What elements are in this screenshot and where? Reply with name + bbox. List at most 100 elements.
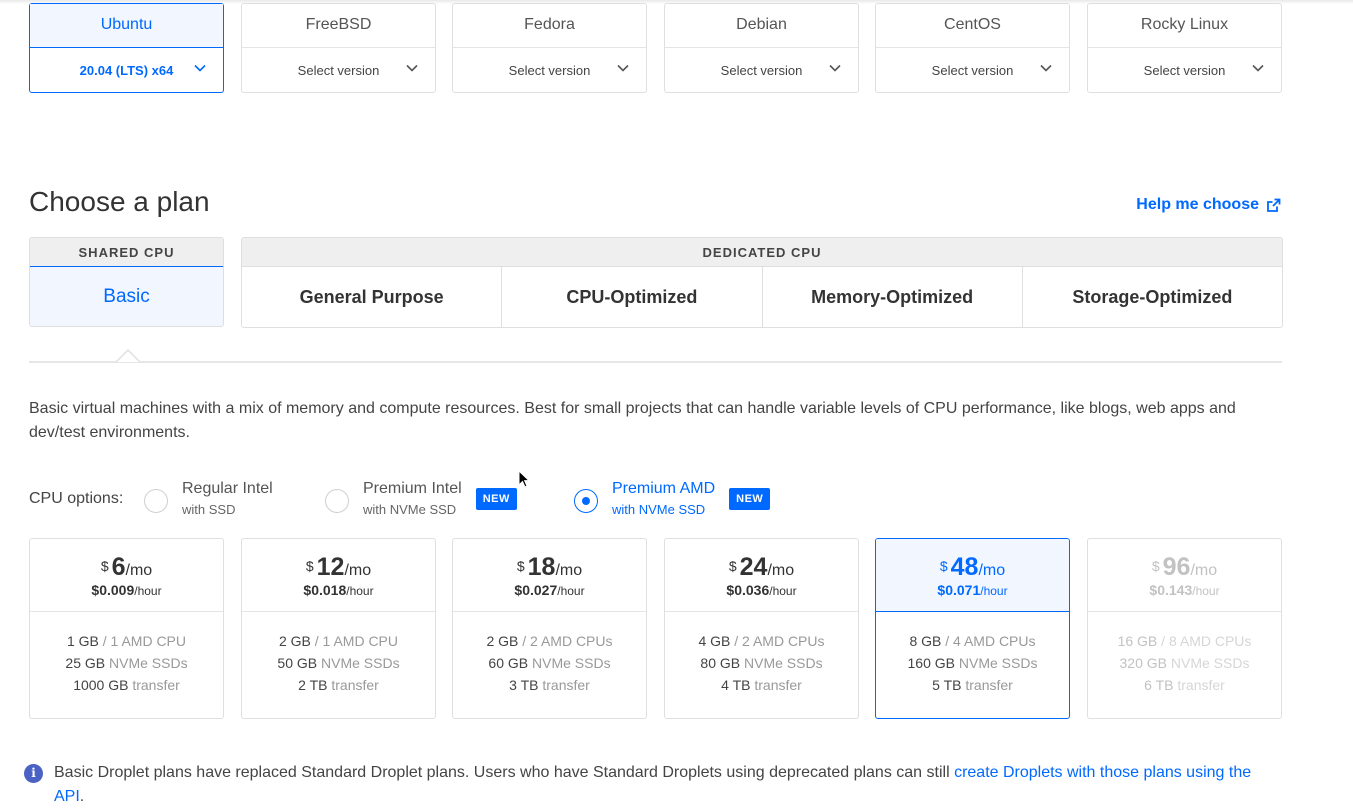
transfer: 6 TB [1144,677,1174,693]
currency-symbol: $ [939,558,948,574]
currency-symbol: $ [100,558,109,574]
version-select[interactable]: Select version [876,48,1069,92]
hourly-price: $0.143 [1149,582,1193,598]
per-hour: /hour [1192,584,1220,598]
version-select[interactable]: Select version [242,48,435,92]
cpu-count: / 2 AMD CPUs [522,633,613,649]
cpu-option-premium-intel[interactable]: Premium Intel with NVMe SSD NEW [325,478,517,520]
chevron-down-icon [1252,64,1264,72]
price-card[interactable]: $12/mo $0.018/hour 2 GB / 1 AMD CPU 50 G… [241,538,436,719]
chevron-down-icon [829,64,841,72]
cpu-option-title: Premium AMD [612,480,716,497]
transfer: 4 TB [721,677,751,693]
chevron-down-icon [194,64,206,72]
per-month: /mo [555,562,583,579]
selection-caret [116,349,140,363]
transfer-label: transfer [542,677,590,693]
cpu-option-subtitle: with NVMe SSD [612,502,706,517]
cpu-option-title: Regular Intel [182,480,273,497]
cpu-option-subtitle: with NVMe SSD [363,502,457,517]
disk: 80 GB [700,655,741,671]
chevron-down-icon [617,64,629,72]
radio-button[interactable] [144,489,168,513]
price-card[interactable]: $24/mo $0.036/hour 4 GB / 2 AMD CPUs 80 … [664,538,859,719]
per-month: /mo [1190,562,1218,579]
disk-type: NVMe SSDs [1170,655,1250,671]
hourly-price: $0.036 [726,582,770,598]
tab-memory-optimized[interactable]: Memory-Optimized [763,267,1023,327]
per-month: /mo [978,562,1006,579]
per-hour: /hour [980,584,1008,598]
radio-button[interactable] [325,489,349,513]
transfer: 1000 GB [73,677,129,693]
os-card-rocky-linux[interactable]: Rocky Linux Select version [1087,3,1282,93]
shared-cpu-group: SHARED CPU Basic [29,237,224,327]
price-card-selected[interactable]: $48/mo $0.071/hour 8 GB / 4 AMD CPUs 160… [875,538,1070,719]
memory: 4 GB [698,633,731,649]
os-name: Rocky Linux [1088,4,1281,48]
os-card-centos[interactable]: CentOS Select version [875,3,1070,93]
memory: 1 GB [66,633,99,649]
price-card-disabled: $96/mo $0.143/hour 16 GB / 8 AMD CPUs 32… [1087,538,1282,719]
memory: 16 GB [1117,633,1158,649]
cpu-count: / 4 AMD CPUs [945,633,1036,649]
disk: 50 GB [277,655,318,671]
per-hour: /hour [557,584,585,598]
cpu-options-label: CPU options: [29,490,124,507]
per-month: /mo [767,562,795,579]
per-hour: /hour [769,584,797,598]
os-card-debian[interactable]: Debian Select version [664,3,859,93]
price-card[interactable]: $18/mo $0.027/hour 2 GB / 2 AMD CPUs 60 … [452,538,647,719]
transfer: 3 TB [509,677,539,693]
disk-type: NVMe SSDs [744,655,823,671]
cpu-count: / 1 AMD CPU [102,633,187,649]
memory: 2 GB [486,633,519,649]
transfer-label: transfer [754,677,802,693]
version-label: Select version [297,62,380,78]
new-badge: NEW [475,488,517,510]
currency-symbol: $ [1151,558,1160,574]
currency-symbol: $ [305,558,314,574]
monthly-price: 96 [1162,553,1191,581]
info-icon: i [24,764,43,783]
radio-button[interactable] [574,489,598,513]
monthly-price: 18 [527,553,556,581]
disk-type: NVMe SSDs [958,655,1038,671]
dedicated-cpu-label: DEDICATED CPU [242,238,1282,267]
cpu-option-regular-intel[interactable]: Regular Intel with SSD [144,478,273,520]
help-me-choose-link[interactable]: Help me choose [1136,196,1281,214]
hourly-price: $0.018 [303,582,347,598]
version-label: Select version [720,62,803,78]
per-hour: /hour [346,584,374,598]
currency-symbol: $ [516,558,525,574]
new-badge: NEW [729,488,771,510]
notice-suffix: . [79,788,85,805]
version-select[interactable]: 20.04 (LTS) x64 [30,48,223,92]
disk-type: NVMe SSDs [532,655,611,671]
cpu-option-subtitle: with SSD [182,502,236,517]
disk-type: NVMe SSDs [109,655,188,671]
tab-general-purpose[interactable]: General Purpose [242,267,503,327]
os-name: CentOS [876,4,1069,48]
per-month: /mo [125,562,153,579]
tab-cpu-optimized[interactable]: CPU-Optimized [502,267,763,327]
mouse-cursor-icon [518,470,530,488]
version-label: Select version [508,62,591,78]
cpu-option-premium-amd[interactable]: Premium AMD with NVMe SSD NEW [574,478,771,520]
version-select[interactable]: Select version [453,48,646,92]
section-title: Choose a plan [29,186,210,217]
disk-type: NVMe SSDs [321,655,400,671]
version-select[interactable]: Select version [1088,48,1281,92]
help-link-label: Help me choose [1136,196,1259,213]
os-card-ubuntu[interactable]: Ubuntu 20.04 (LTS) x64 [29,3,224,93]
external-link-icon [1267,198,1281,212]
price-card[interactable]: $6/mo $0.009/hour 1 GB / 1 AMD CPU 25 GB… [29,538,224,719]
tab-storage-optimized[interactable]: Storage-Optimized [1023,267,1282,327]
transfer-label: transfer [132,677,180,693]
memory: 8 GB [909,633,942,649]
os-name: Debian [665,4,858,48]
tab-basic[interactable]: Basic [30,267,223,326]
version-select[interactable]: Select version [665,48,858,92]
os-card-freebsd[interactable]: FreeBSD Select version [241,3,436,93]
os-card-fedora[interactable]: Fedora Select version [452,3,647,93]
